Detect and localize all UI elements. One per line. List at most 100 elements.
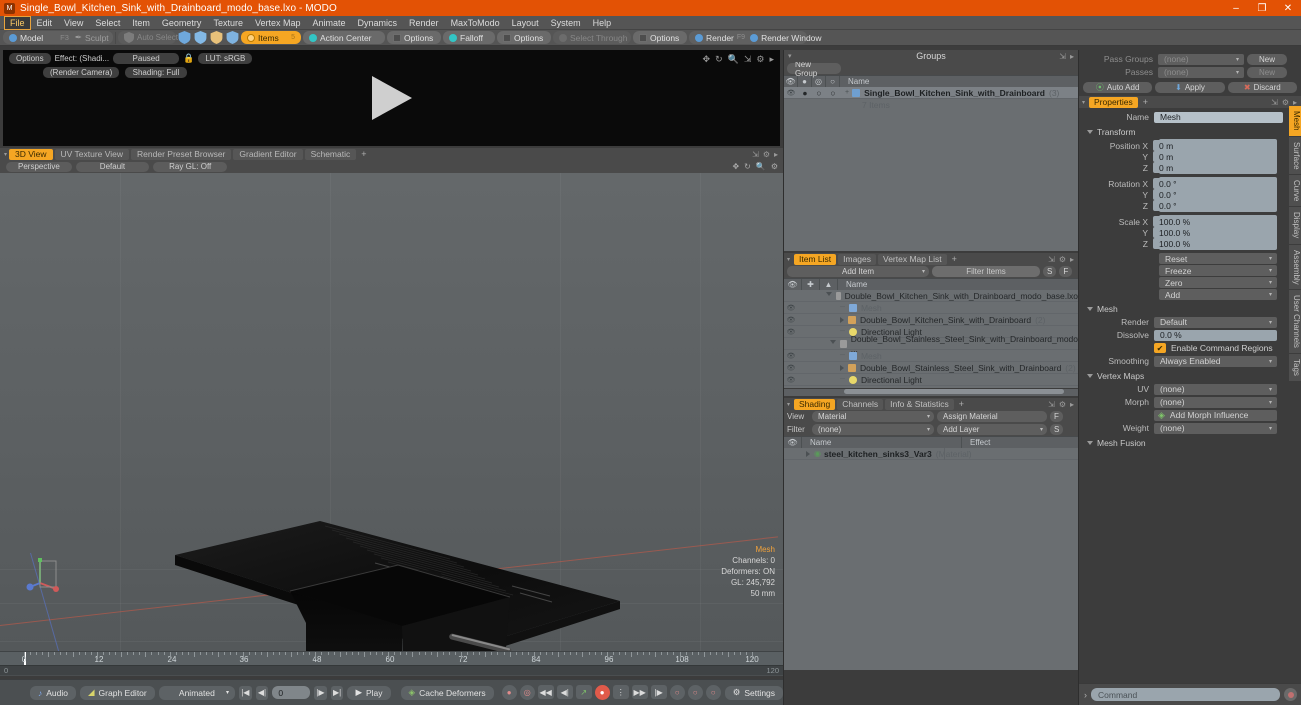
table-row[interactable]: 👁 ─ Mesh — [784, 302, 1078, 314]
rotate-icon[interactable]: ↻ — [715, 54, 723, 65]
viewport-rotate-icon[interactable]: ↻ — [744, 162, 751, 171]
menu-view[interactable]: View — [58, 16, 89, 30]
add-item-button[interactable]: Add Item ▾ — [787, 266, 929, 277]
maximize-button[interactable]: ❐ — [1249, 0, 1275, 16]
shading-list[interactable]: ◉ steel_kitchen_sinks3_Var3 (Material) — [784, 447, 1078, 670]
add-morph-influence-button[interactable]: ◈ Add Morph Influence — [1154, 409, 1277, 421]
side-tab-display[interactable]: Display — [1289, 207, 1301, 245]
maximize-viewport-icon[interactable]: ⇲ — [752, 150, 759, 159]
item-list-add-tab[interactable]: + — [949, 254, 957, 264]
tab-3d-view[interactable]: 3D View — [9, 148, 53, 160]
minimize-button[interactable]: – — [1223, 0, 1249, 16]
menu-texture[interactable]: Texture — [207, 16, 249, 30]
smoothing-dropdown[interactable]: Always Enabled ▾ — [1154, 355, 1277, 367]
cache-deformers-button[interactable]: ◈ Cache Deformers — [400, 685, 494, 700]
new-pass-group-button[interactable]: New — [1247, 53, 1287, 65]
view-dropdown[interactable]: Material ▾ — [812, 411, 934, 422]
filter-items-input[interactable]: Filter Items — [932, 266, 1040, 277]
key-mode-1-icon[interactable]: ○ — [669, 685, 685, 700]
transform-section-header[interactable]: Transform — [1079, 124, 1287, 139]
tab-vertex-map-list[interactable]: Vertex Map List — [878, 253, 947, 265]
fit-icon[interactable]: ⇲ — [744, 54, 752, 65]
filter-f-button[interactable]: F — [1059, 266, 1073, 277]
settings-button[interactable]: ⚙ Settings — [724, 685, 784, 700]
row-eye-icon[interactable]: 👁 — [784, 376, 798, 384]
row-expand-icon[interactable] — [806, 450, 810, 457]
enable-command-regions-checkbox[interactable]: ✔ — [1154, 343, 1166, 353]
current-frame-field[interactable]: 0 — [272, 686, 311, 699]
shading-chevron-icon[interactable]: ▸ — [1070, 400, 1074, 409]
table-row[interactable]: 👁 ─ Directional Light — [784, 374, 1078, 386]
rotation-x-field[interactable]: 0.0 ° — [1153, 178, 1277, 189]
render-dropdown[interactable]: Default ▾ — [1154, 316, 1277, 328]
mesh-fusion-section-header[interactable]: Mesh Fusion — [1079, 435, 1287, 450]
new-pass-button[interactable]: New — [1247, 66, 1287, 78]
apply-button[interactable]: ⬇ Apply — [1155, 82, 1225, 93]
vertex-mode-icon[interactable] — [178, 31, 191, 44]
rotation-z-field[interactable]: 0.0 ° — [1153, 200, 1277, 211]
edge-mode-icon[interactable] — [194, 31, 207, 44]
table-row[interactable]: 👁 Double_Bowl_Kitchen_Sink_with_Drainboa… — [784, 314, 1078, 326]
viewport-3d[interactable]: Mesh Channels: 0 Deformers: ON GL: 245,7… — [0, 173, 783, 657]
row-render-icon[interactable]: ● — [798, 88, 812, 98]
prev-key-icon[interactable]: ◀◀ — [537, 685, 554, 699]
menu-layout[interactable]: Layout — [506, 16, 545, 30]
next-key-2-icon[interactable]: |▶ — [650, 685, 667, 699]
mesh-section-header[interactable]: Mesh — [1079, 301, 1287, 316]
tab-gradient-editor[interactable]: Gradient Editor — [233, 148, 303, 160]
properties-collapse-icon[interactable]: ▾ — [1082, 99, 1085, 106]
viewport-projection-button[interactable]: Perspective — [6, 161, 72, 172]
select-through-options-button[interactable]: Options — [633, 31, 687, 44]
uv-dropdown[interactable]: (none) ▾ — [1154, 383, 1277, 395]
side-tab-curve[interactable]: Curve — [1289, 175, 1301, 208]
auto-key-icon[interactable]: ↗ — [575, 685, 592, 699]
select-through-button[interactable]: Select Through — [553, 31, 631, 44]
shading-f-button[interactable]: F — [1050, 411, 1063, 422]
viewport-preset-button[interactable]: Default — [75, 161, 150, 172]
tab-uv-texture-view[interactable]: UV Texture View — [54, 148, 130, 160]
viewport-settings-icon[interactable]: ⚙ — [771, 162, 778, 171]
axis-gizmo[interactable] — [26, 553, 70, 597]
go-to-start-button[interactable]: |◀ — [238, 685, 252, 700]
position-x-field[interactable]: 0 m — [1153, 140, 1277, 151]
row-eye-icon[interactable]: 👁 — [784, 304, 798, 312]
play-overlay-icon[interactable] — [371, 76, 412, 120]
freeze-dropdown[interactable]: Freeze ▾ — [1159, 265, 1277, 276]
gear-icon[interactable]: ⚙ — [756, 54, 764, 65]
render-label[interactable]: Render — [706, 33, 734, 43]
menu-edit[interactable]: Edit — [31, 16, 59, 30]
graph-editor-button[interactable]: ◢ Graph Editor — [80, 685, 155, 700]
row-expand-icon[interactable] — [830, 340, 837, 347]
side-tab-tags[interactable]: Tags — [1289, 354, 1301, 383]
tab-shading[interactable]: Shading — [794, 398, 836, 410]
lock-icon[interactable]: 🔒 — [183, 53, 194, 64]
delete-key-icon[interactable]: ● — [501, 685, 517, 700]
tab-properties[interactable]: Properties — [1089, 96, 1138, 108]
add-layer-button[interactable]: Add Layer ▾ — [937, 424, 1047, 435]
dissolve-field[interactable]: 0.0 % — [1154, 329, 1277, 341]
prev-key-2-icon[interactable]: ◀| — [556, 685, 573, 699]
row-shade-icon[interactable]: ○ — [826, 88, 840, 98]
row-lock-icon[interactable]: ○ — [812, 88, 826, 98]
shading-s-button[interactable]: S — [1050, 424, 1064, 435]
filter-dropdown[interactable]: (none) ▾ — [812, 424, 934, 435]
render-camera-button[interactable]: (Render Camera) — [43, 67, 119, 78]
rotation-y-field[interactable]: 0.0 ° — [1153, 189, 1277, 200]
table-row[interactable]: 👁 ● ○ ○ + Single_Bowl_Kitchen_Sink_with_… — [784, 87, 1078, 99]
tab-render-preset-browser[interactable]: Render Preset Browser — [131, 148, 232, 160]
next-key-icon[interactable]: ▶▶ — [631, 685, 648, 699]
key-filter-icon[interactable]: ⋮ — [612, 685, 629, 699]
viewport-gear-icon[interactable]: ⚙ — [763, 150, 770, 159]
name-field[interactable]: Mesh — [1154, 111, 1283, 123]
command-input[interactable]: Command — [1091, 688, 1280, 701]
items-mode-button[interactable]: Items 5 — [241, 31, 301, 44]
row-eye-icon[interactable]: 👁 — [784, 89, 798, 97]
row-eye-icon[interactable]: 👁 — [784, 352, 798, 360]
properties-add-tab[interactable]: + — [1140, 97, 1148, 107]
go-to-end-button[interactable]: ▶| — [330, 685, 344, 700]
timeline-ruler[interactable]: 0 12 24 36 48 60 72 84 96 108 120 — [0, 651, 783, 666]
render-options-button[interactable]: Options — [9, 53, 51, 64]
groups-list-empty-area[interactable] — [784, 205, 1078, 251]
menu-render[interactable]: Render — [403, 16, 445, 30]
key-mode-2-icon[interactable]: ○ — [687, 685, 703, 700]
